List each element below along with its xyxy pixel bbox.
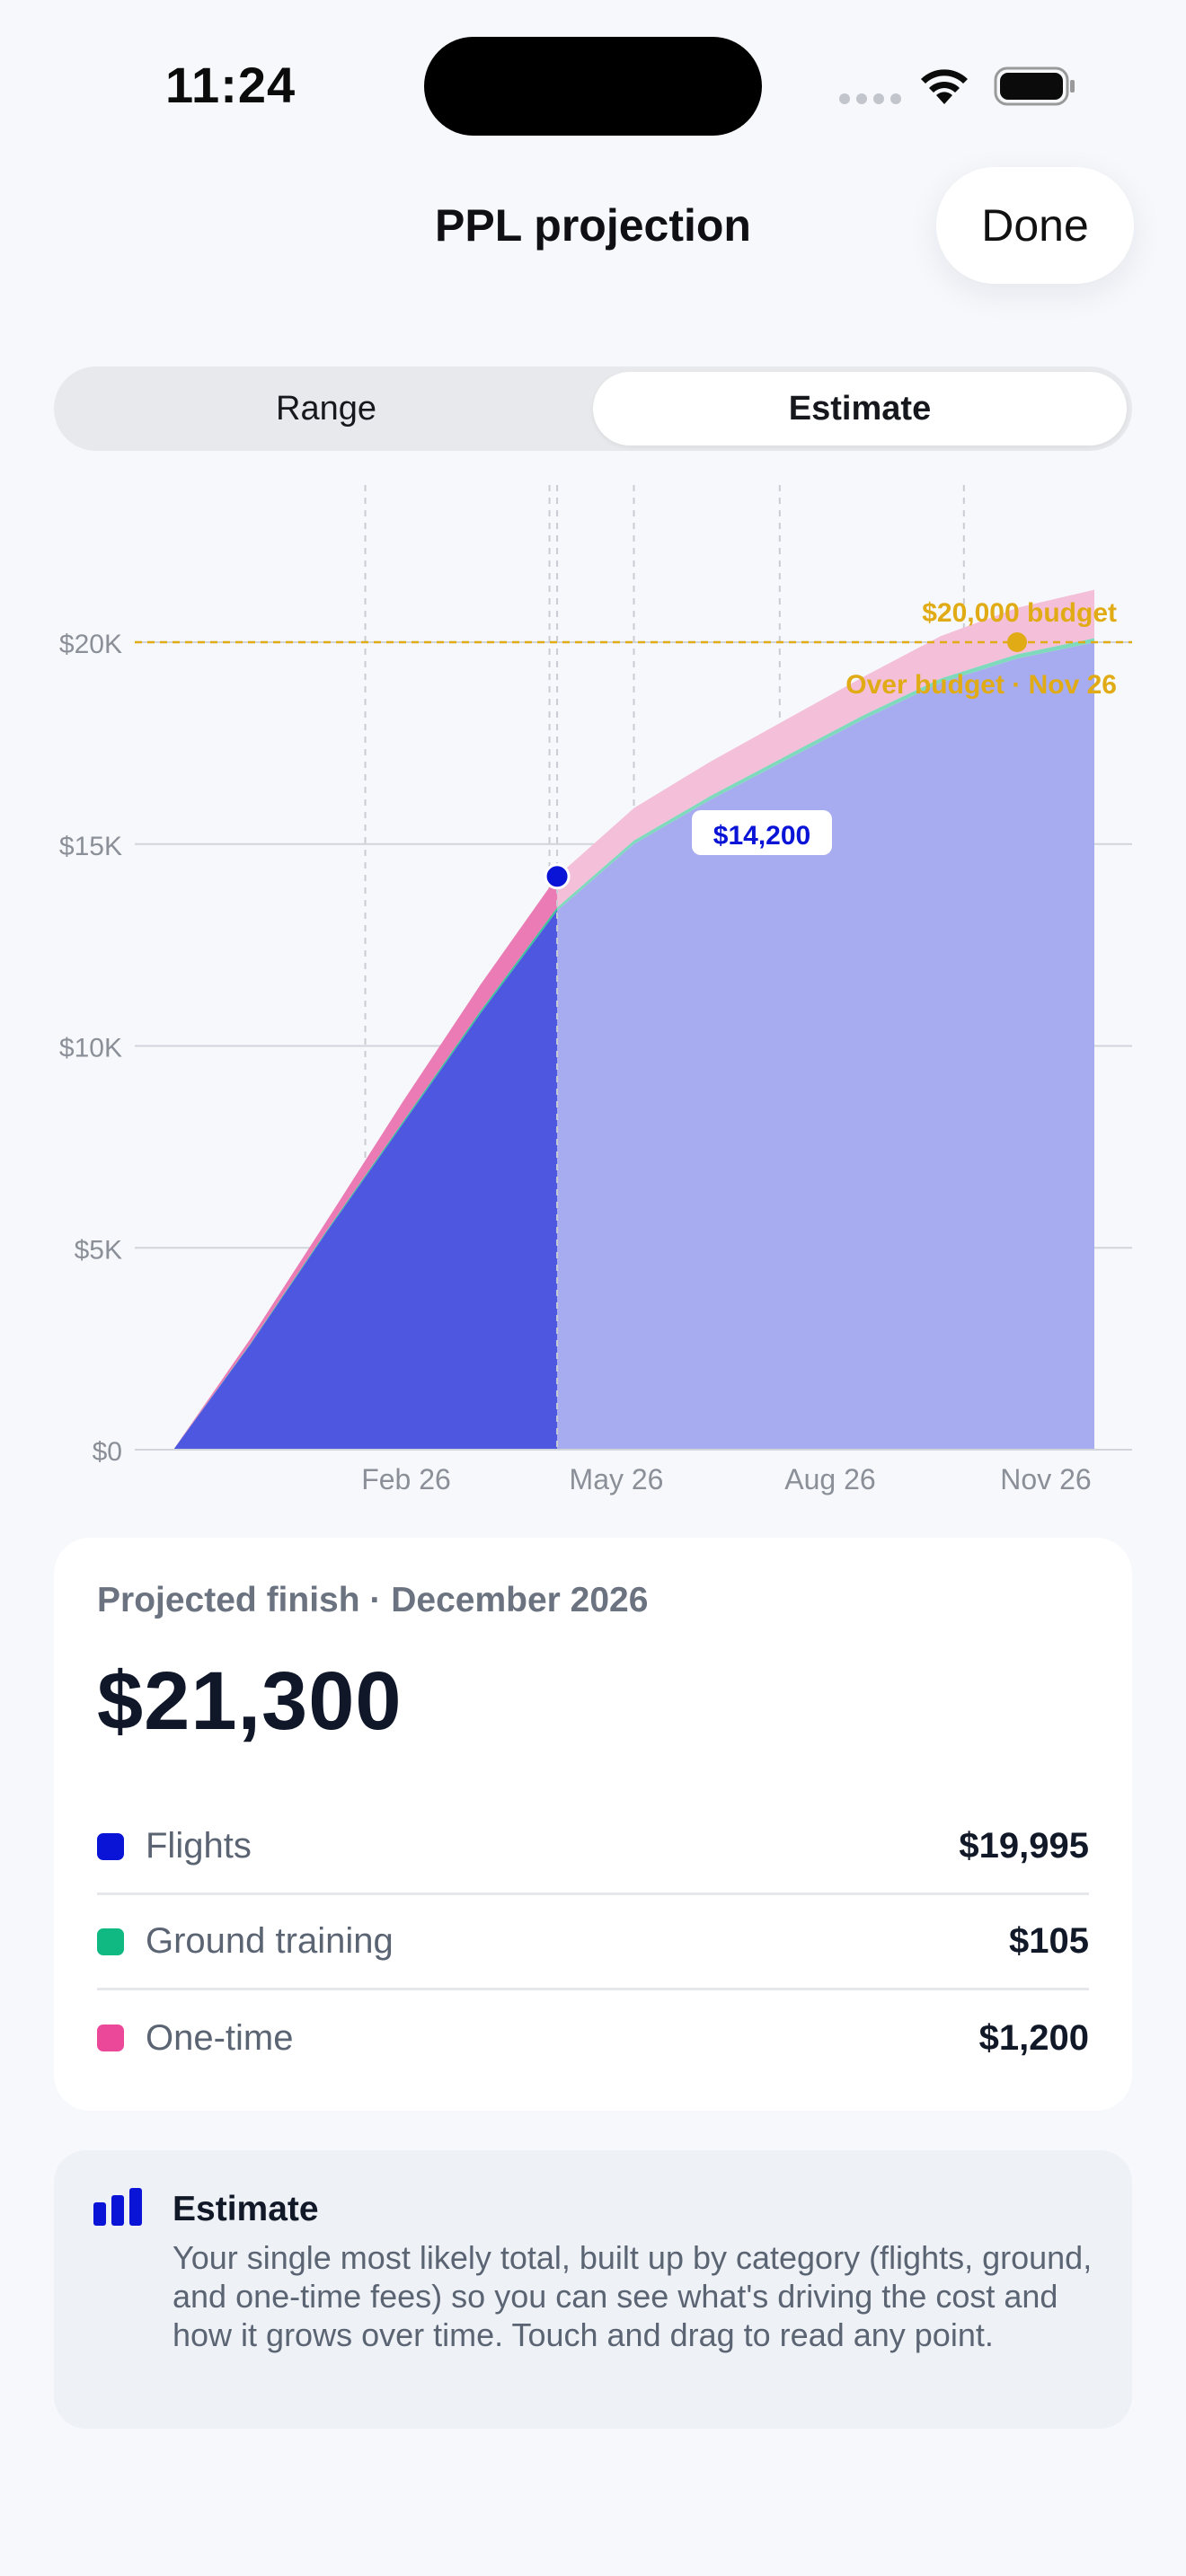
breakdown-value: $105 <box>1009 1921 1089 1961</box>
breakdown-label: Ground training <box>146 1921 394 1961</box>
breakdown-row-ground-training: Ground training $105 <box>97 1895 1089 1990</box>
bar-chart-icon <box>93 2188 142 2226</box>
budget-label: $20,000 budget <box>922 598 1117 628</box>
y-tick-label: $5K <box>75 1235 122 1265</box>
wifi-icon <box>921 69 968 104</box>
status-time: 11:24 <box>165 57 296 113</box>
breakdown-value: $19,995 <box>959 1826 1089 1866</box>
value-tooltip: $14,200 <box>713 821 810 851</box>
breakdown-label: One-time <box>146 2017 294 2058</box>
done-button[interactable]: Done <box>936 167 1134 284</box>
breakdown-row-one-time: One-time $1,200 <box>97 1990 1089 2086</box>
breakdown-row-flights: Flights $19,995 <box>97 1800 1089 1895</box>
current-value-marker <box>544 863 571 890</box>
cellular-signal-icon <box>839 93 901 104</box>
budget-crossing-dot <box>1007 632 1027 652</box>
flights-projected-area <box>557 642 1094 1450</box>
view-mode-segmented-control: Range Estimate <box>54 366 1132 451</box>
breakdown-label: Flights <box>146 1826 252 1866</box>
x-tick-label: May 26 <box>570 1463 664 1495</box>
dynamic-island <box>424 37 762 136</box>
y-tick-label: $10K <box>59 1034 122 1063</box>
info-title: Estimate <box>173 2190 319 2228</box>
segment-range[interactable]: Range <box>59 372 593 446</box>
category-breakdown-list: Flights $19,995 Ground training $105 One… <box>97 1800 1089 2086</box>
ground-training-color-swatch <box>97 1928 124 1955</box>
segment-estimate[interactable]: Estimate <box>593 372 1127 446</box>
x-tick-label: Nov 26 <box>1000 1463 1091 1495</box>
x-tick-label: Feb 26 <box>361 1463 451 1495</box>
x-tick-label: Aug 26 <box>784 1463 875 1495</box>
breakdown-value: $1,200 <box>978 2017 1089 2058</box>
projected-finish-card: Projected finish · December 2026 $21,300… <box>54 1538 1132 2111</box>
y-tick-label: $15K <box>59 832 122 861</box>
battery-icon <box>994 66 1075 106</box>
y-tick-label: $20K <box>59 630 122 659</box>
over-budget-label: Over budget · Nov 26 <box>845 670 1117 700</box>
flights-color-swatch <box>97 1832 124 1860</box>
projection-chart[interactable]: $0 $5K $10K $15K $20K Feb 26 May 26 Aug 26 Nov 2… <box>0 476 1186 1500</box>
projected-total: $21,300 <box>97 1655 403 1747</box>
info-description: Your single most likely total, built up … <box>173 2239 1093 2353</box>
y-tick-label: $0 <box>93 1437 122 1467</box>
projected-finish-subtitle: Projected finish · December 2026 <box>97 1581 649 1619</box>
estimate-info-box: Estimate Your single most likely total, … <box>54 2150 1132 2429</box>
one-time-color-swatch <box>97 2025 124 2051</box>
